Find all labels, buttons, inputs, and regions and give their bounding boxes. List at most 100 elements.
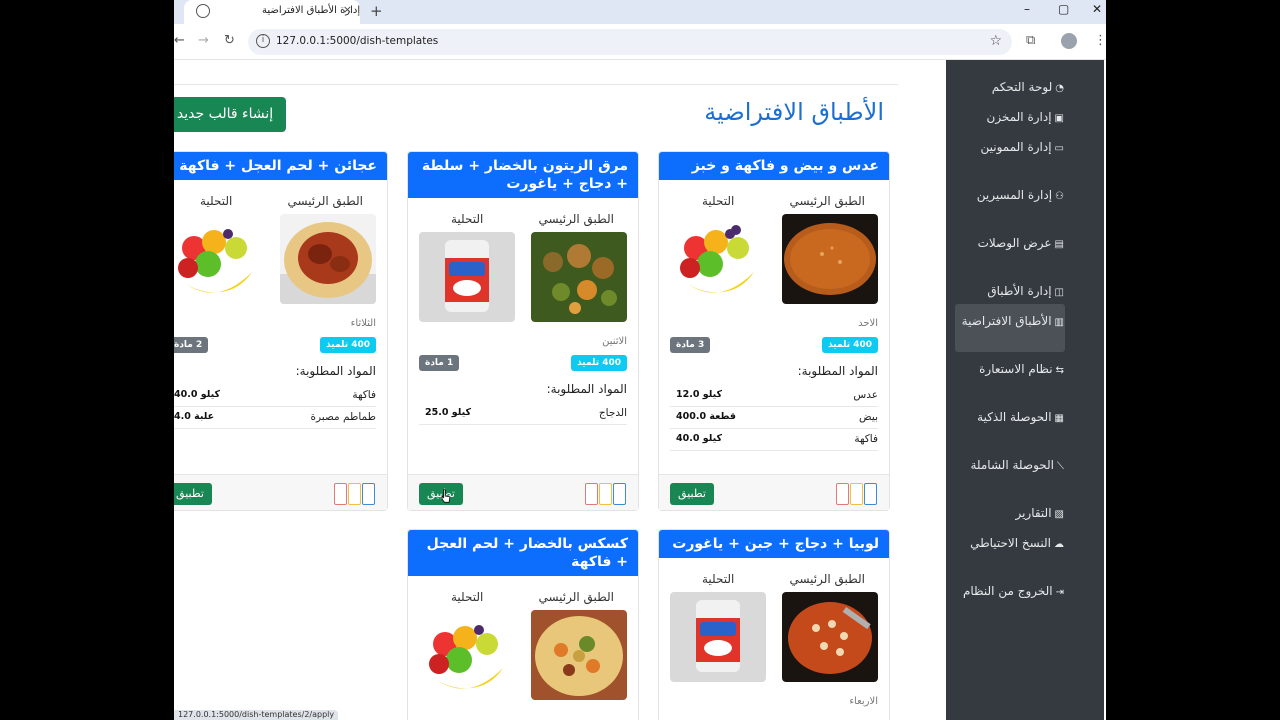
card-title: عجائن + لحم العجل + فاكهة <box>174 152 387 180</box>
ingredient-name: فاكهة <box>352 389 376 401</box>
ingredient-name: الدجاج <box>598 407 627 419</box>
dessert-image <box>670 214 766 304</box>
dessert-image <box>670 592 766 682</box>
sidebar-item-label: النسخ الاحتياطي <box>970 536 1051 550</box>
sidebar-item-dashboard[interactable]: ◔لوحة التحكم <box>956 78 1064 98</box>
sidebar-item-logout[interactable]: ⇥الخروج من النظام <box>956 582 1064 602</box>
sidebar-item-label: إدارة الممونين <box>980 140 1052 154</box>
ingredient-row: فاكهة 40.0 كيلو <box>174 385 376 407</box>
clipboard-icon: ▥ <box>1054 317 1064 328</box>
sidebar-item-label: لوحة التحكم <box>991 80 1053 94</box>
items-count-badge: 2 مادة <box>174 337 209 353</box>
card-title: مرق الزيتون بالخضار + سلطة + دجاج + ياغو… <box>408 152 638 198</box>
main-dish-image <box>782 592 878 682</box>
ingredient-row: الدجاج 25.0 كيلو <box>419 403 627 425</box>
address-bar[interactable]: i 127.0.0.1:5000/dish-templates ☆ <box>248 29 1012 55</box>
main-dish-label: الطبق الرئيسي <box>538 590 614 604</box>
day-label: الثلاثاء <box>350 318 376 329</box>
ingredient-qty: 40.0 كيلو <box>676 433 722 444</box>
sidebar-item-warehouse[interactable]: ▣إدارة المخزن <box>956 108 1064 128</box>
main-dish-image <box>531 232 627 322</box>
menu-dots-icon[interactable]: ⋮ <box>1094 33 1106 48</box>
close-window-button[interactable]: ✕ <box>1092 2 1102 16</box>
delete-button[interactable] <box>334 483 347 505</box>
sidebar-item-backup[interactable]: ☁النسخ الاحتياطي <box>956 534 1064 554</box>
sidebar-item-label: الحوصلة الذكية <box>977 410 1052 424</box>
template-card: لوبيا + دجاج + جبن + ياغورت الطبق الرئيس… <box>658 529 890 720</box>
sidebar-item-full-summary[interactable]: ⟋الحوصلة الشاملة <box>956 456 1064 476</box>
site-info-icon[interactable]: i <box>256 34 270 48</box>
dessert-label: التحلية <box>451 590 484 604</box>
dessert-image <box>174 214 264 304</box>
sidebar-item-smart-summary[interactable]: ▦الحوصلة الذكية <box>956 408 1064 428</box>
main-dish-image <box>531 610 627 700</box>
template-card: عجائن + لحم العجل + فاكهة الطبق الرئيسي … <box>174 151 388 511</box>
sidebar-item-borrowing[interactable]: ⇆نظام الاستعارة <box>956 360 1064 380</box>
forward-icon[interactable]: → <box>198 33 209 48</box>
edit-button[interactable] <box>348 483 361 505</box>
dashboard-icon: ◔ <box>1055 83 1064 94</box>
status-bar-url: 127.0.0.1:5000/dish-templates/2/apply <box>174 710 339 720</box>
truck-icon: ▭ <box>1054 143 1064 154</box>
edit-button[interactable] <box>850 483 863 505</box>
sidebar-item-default-dishes[interactable]: ▥الأطباق الافتراضية <box>956 312 1064 332</box>
mouse-cursor-icon <box>441 489 451 503</box>
sidebar-item-dishes[interactable]: ◫إدارة الأطباق <box>956 282 1064 302</box>
chart-icon: ⟋ <box>1057 461 1064 472</box>
day-label: الاربعاء <box>849 696 878 707</box>
sidebar-item-managers[interactable]: ⚇إدارة المسيرين <box>956 186 1064 206</box>
create-template-button[interactable]: إنشاء قالب جديد <box>174 97 286 132</box>
items-count-badge: 3 مادة <box>670 337 711 353</box>
delete-button[interactable] <box>585 483 598 505</box>
profile-avatar[interactable] <box>1061 33 1077 49</box>
back-icon[interactable]: ← <box>174 33 185 48</box>
main-dish-label: الطبق الرئيسي <box>789 572 865 586</box>
reload-icon[interactable]: ↻ <box>224 33 235 48</box>
ingredient-name: فاكهة <box>854 433 878 445</box>
browser-tab[interactable]: إدارة الأطباق الافتراضية × <box>184 0 360 24</box>
ingredient-name: بيض <box>859 411 878 423</box>
sidebar-item-label: إدارة الأطباق <box>987 284 1052 298</box>
required-items-heading: المواد المطلوبة: <box>546 382 627 396</box>
page-title: الأطباق الافتراضية <box>704 98 884 126</box>
globe-icon <box>196 4 210 18</box>
maximize-button[interactable]: ▢ <box>1058 2 1069 16</box>
cpu-icon: ▦ <box>1054 413 1064 424</box>
dessert-label: التحلية <box>451 212 484 226</box>
card-title: كسكس بالخضار + لحم العجل + فاكهة <box>408 530 638 576</box>
minimize-button[interactable]: – <box>1024 2 1030 16</box>
cloud-icon: ☁ <box>1054 539 1064 550</box>
report-icon: ▧ <box>1054 509 1064 520</box>
new-tab-button[interactable]: + <box>370 2 383 20</box>
view-button[interactable] <box>613 483 626 505</box>
main-dish-image <box>782 214 878 304</box>
bookmark-star-icon[interactable]: ☆ <box>989 33 1002 49</box>
dessert-label: التحلية <box>702 572 735 586</box>
ingredient-row: بيض 400.0 قطعة <box>670 407 878 429</box>
sidebar-item-label: الأطباق الافتراضية <box>961 314 1052 328</box>
sidebar-item-receipts[interactable]: ▤عرض الوصلات <box>956 234 1064 254</box>
sidebar-item-suppliers[interactable]: ▭إدارة الممونين <box>956 138 1064 158</box>
ingredient-qty: 40.0 كيلو <box>174 389 220 400</box>
card-footer: تطبيق <box>174 474 387 510</box>
apply-button[interactable]: تطبيق <box>174 483 212 505</box>
view-button[interactable] <box>864 483 877 505</box>
sidebar: ◔لوحة التحكم ▣إدارة المخزن ▭إدارة الممون… <box>946 60 1104 720</box>
sidebar-item-reports[interactable]: ▧التقارير <box>956 504 1064 524</box>
delete-button[interactable] <box>836 483 849 505</box>
extensions-icon[interactable]: ⧉ <box>1026 33 1035 48</box>
url-text[interactable]: 127.0.0.1:5000/dish-templates <box>276 35 438 47</box>
box-icon: ▣ <box>1054 113 1064 124</box>
dessert-image <box>419 232 515 322</box>
sidebar-item-label: الخروج من النظام <box>962 584 1053 598</box>
ingredient-row: عدس 12.0 كيلو <box>670 385 878 407</box>
tab-close-button[interactable]: × <box>343 3 352 16</box>
receipt-icon: ▤ <box>1054 239 1064 250</box>
people-icon: ⚇ <box>1055 191 1064 202</box>
apply-button[interactable]: تطبيق <box>670 483 714 505</box>
cup-icon: ◫ <box>1054 287 1064 298</box>
dessert-label: التحلية <box>200 194 233 208</box>
view-button[interactable] <box>362 483 375 505</box>
edit-button[interactable] <box>599 483 612 505</box>
ingredient-qty: 400.0 قطعة <box>676 411 736 422</box>
